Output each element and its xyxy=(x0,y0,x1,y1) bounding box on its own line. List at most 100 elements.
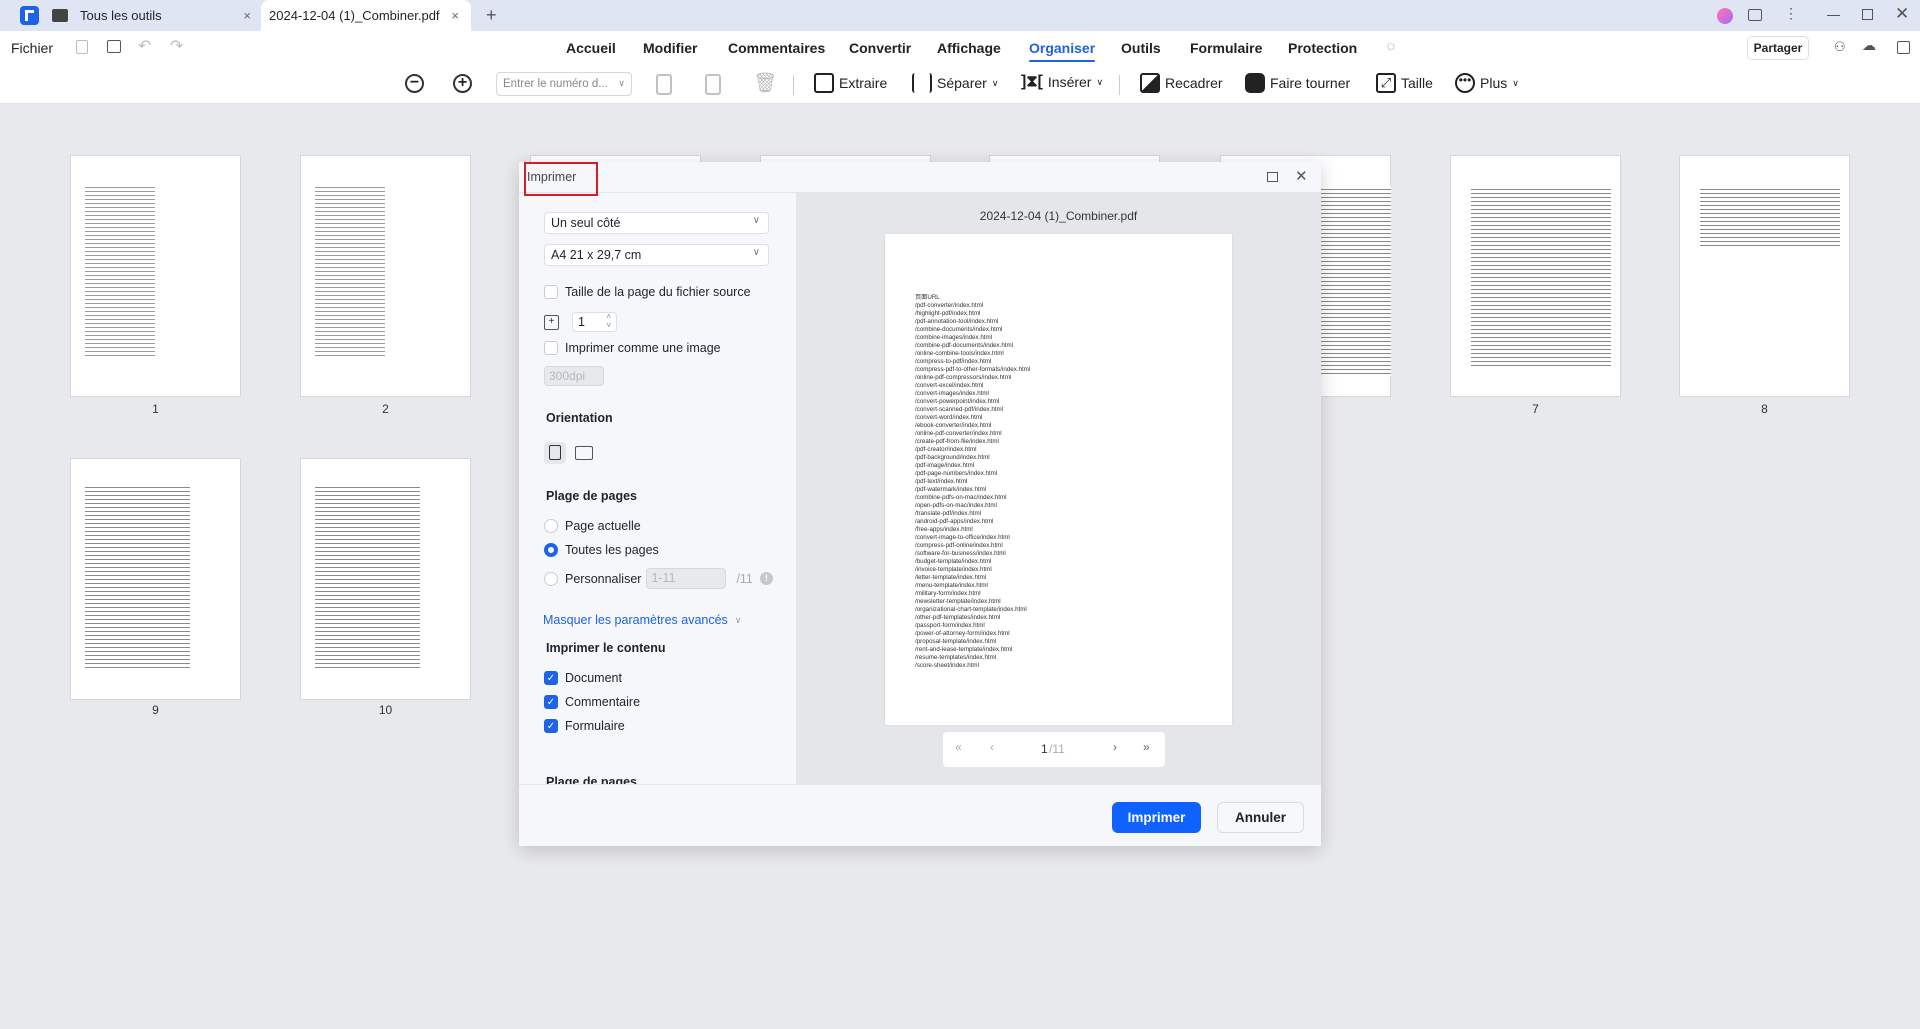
page-number-input[interactable]: Entrer le numéro d... ∨ xyxy=(496,72,632,96)
menu-outils[interactable]: Outils xyxy=(1121,40,1161,56)
close-tab-icon[interactable]: × xyxy=(451,8,459,23)
rotate-left-page-icon[interactable] xyxy=(656,74,672,95)
page-thumbnail[interactable] xyxy=(300,458,471,700)
checkbox[interactable] xyxy=(544,285,558,299)
extract-button[interactable]: Extraire xyxy=(814,73,887,93)
app-logo-icon[interactable] xyxy=(20,6,39,25)
page-thumbnail[interactable] xyxy=(1450,155,1621,397)
undo-icon[interactable]: ↶ xyxy=(138,36,151,56)
menu-organiser[interactable]: Organiser xyxy=(1029,40,1096,62)
advanced-settings-toggle[interactable]: Masquer les paramètres avancés ∨ xyxy=(543,613,741,627)
feedback-icon[interactable] xyxy=(1748,9,1762,21)
preview-line: /budget-template/index.html xyxy=(915,558,992,565)
menu-affichage[interactable]: Affichage xyxy=(937,40,1001,56)
checkbox-checked[interactable]: ✓ xyxy=(544,671,558,685)
redo-icon[interactable]: ↷ xyxy=(170,36,183,56)
avatar[interactable] xyxy=(1717,8,1733,24)
preview-line: /pdf-page-numbers/index.html xyxy=(915,470,998,477)
split-button[interactable]: Séparer ∨ xyxy=(912,73,998,93)
page-number-label: 1 xyxy=(152,402,159,416)
insert-button[interactable]: ]⧗[Insérer ∨ xyxy=(1021,73,1103,91)
page-thumbnail[interactable] xyxy=(1679,155,1850,397)
zoom-out-icon[interactable]: − xyxy=(405,74,424,93)
menu-modifier[interactable]: Modifier xyxy=(643,40,697,56)
preview-line: /convert-powerpoint/index.html xyxy=(915,398,1000,405)
page-text xyxy=(315,184,385,359)
zoom-in-icon[interactable]: + xyxy=(453,74,472,93)
tab-tools[interactable]: Tous les outils × xyxy=(52,0,257,31)
radio[interactable] xyxy=(544,543,558,557)
portrait-orientation-button[interactable] xyxy=(544,442,566,464)
prev-page-icon[interactable]: ‹ xyxy=(990,740,994,754)
maximize-icon[interactable] xyxy=(1267,172,1278,182)
preview-line: /combine-pdfs-on-mac/index.html xyxy=(915,494,1007,501)
radio[interactable] xyxy=(544,571,558,586)
info-icon[interactable]: ! xyxy=(759,572,773,585)
range-custom-radio[interactable]: Personnaliser 1-11 /11 ! xyxy=(544,568,773,589)
collapse-toolbar-icon[interactable] xyxy=(1897,41,1910,54)
print-content-heading: Imprimer le contenu xyxy=(546,641,666,655)
range-all-radio[interactable]: Toutes les pages xyxy=(544,543,659,557)
source-size-checkbox[interactable]: Taille de la page du fichier source xyxy=(544,285,751,299)
more-options-icon[interactable]: ⋮ xyxy=(1784,5,1798,22)
preview-line: /menu-template/index.html xyxy=(915,582,988,589)
close-tab-icon[interactable]: × xyxy=(243,8,251,23)
first-page-icon[interactable]: « xyxy=(955,740,962,754)
workflow-icon[interactable]: ⚇ xyxy=(1834,39,1846,55)
print-button[interactable]: Imprimer xyxy=(1112,802,1201,833)
dpi-select[interactable]: 300dpi xyxy=(544,366,604,386)
print-preview: 2024-12-04 (1)_Combiner.pdf 页面URL/pdf-co… xyxy=(796,193,1321,784)
more-button[interactable]: ••• Plus ∨ xyxy=(1455,73,1519,93)
content-document-checkbox[interactable]: ✓ Document xyxy=(544,671,622,685)
new-tab-button[interactable]: + xyxy=(486,0,497,31)
minimize-icon[interactable] xyxy=(1827,15,1840,16)
custom-range-input[interactable]: 1-11 xyxy=(646,568,727,589)
duplex-select[interactable]: Un seul côté ∨ xyxy=(544,212,769,234)
last-page-icon[interactable]: » xyxy=(1143,740,1150,754)
page-thumbnail[interactable] xyxy=(70,155,241,397)
save-icon[interactable] xyxy=(76,40,88,54)
content-form-checkbox[interactable]: ✓ Formulaire xyxy=(544,719,625,733)
preview-line: /open-pdfs-on-mac/index.html xyxy=(915,502,997,509)
share-button[interactable]: Partager xyxy=(1747,36,1809,60)
copies-stepper[interactable]: 1 ˄ ˅ xyxy=(572,312,617,332)
menu-convertir[interactable]: Convertir xyxy=(849,40,911,56)
page-thumbnail[interactable] xyxy=(300,155,471,397)
menu-protection[interactable]: Protection xyxy=(1288,40,1357,56)
lightbulb-icon[interactable]: ☼ xyxy=(1384,37,1398,54)
file-menu[interactable]: Fichier xyxy=(11,40,53,56)
current-page[interactable]: 1 xyxy=(1041,742,1048,756)
resize-button[interactable]: ⤢ Taille xyxy=(1376,73,1433,93)
checkbox[interactable] xyxy=(544,341,558,355)
menu-formulaire[interactable]: Formulaire xyxy=(1190,40,1262,56)
rotate-right-page-icon[interactable] xyxy=(705,74,721,95)
page-range-heading-2: Plage de pages xyxy=(546,775,638,784)
preview-line: /invoice-template/index.html xyxy=(915,566,992,573)
checkbox-checked[interactable]: ✓ xyxy=(544,695,558,709)
toolbox-icon xyxy=(52,9,68,22)
print-as-image-checkbox[interactable]: Imprimer comme une image xyxy=(544,341,721,355)
restore-icon[interactable] xyxy=(1862,9,1873,20)
rotate-button[interactable]: Faire tourner xyxy=(1245,73,1350,93)
radio[interactable] xyxy=(544,519,558,533)
close-icon[interactable]: ✕ xyxy=(1295,167,1308,185)
delete-icon[interactable]: 🗑 xyxy=(753,71,777,95)
landscape-orientation-button[interactable] xyxy=(575,446,593,460)
range-current-radio[interactable]: Page actuelle xyxy=(544,519,641,533)
chevron-down-icon: ∨ xyxy=(1096,76,1104,87)
tab-document[interactable]: 2024-12-04 (1)_Combiner.pdf × xyxy=(261,0,471,31)
crop-button[interactable]: Recadrer xyxy=(1140,73,1223,93)
content-comment-checkbox[interactable]: ✓ Commentaire xyxy=(544,695,640,709)
preview-line: /pdf-image/index.html xyxy=(915,462,975,469)
paper-size-select[interactable]: A4 21 x 29,7 cm ∨ xyxy=(544,244,769,266)
stepper-arrows-icon[interactable]: ˄ ˅ xyxy=(606,312,611,330)
print-icon[interactable] xyxy=(107,40,121,53)
next-page-icon[interactable]: › xyxy=(1113,740,1117,754)
cancel-button[interactable]: Annuler xyxy=(1217,802,1304,833)
page-thumbnail[interactable] xyxy=(70,458,241,700)
upload-cloud-icon[interactable]: ☁ xyxy=(1862,37,1876,54)
close-window-icon[interactable]: ✕ xyxy=(1895,4,1909,24)
checkbox-checked[interactable]: ✓ xyxy=(544,719,558,733)
menu-accueil[interactable]: Accueil xyxy=(566,40,616,56)
menu-commentaires[interactable]: Commentaires xyxy=(728,40,825,56)
